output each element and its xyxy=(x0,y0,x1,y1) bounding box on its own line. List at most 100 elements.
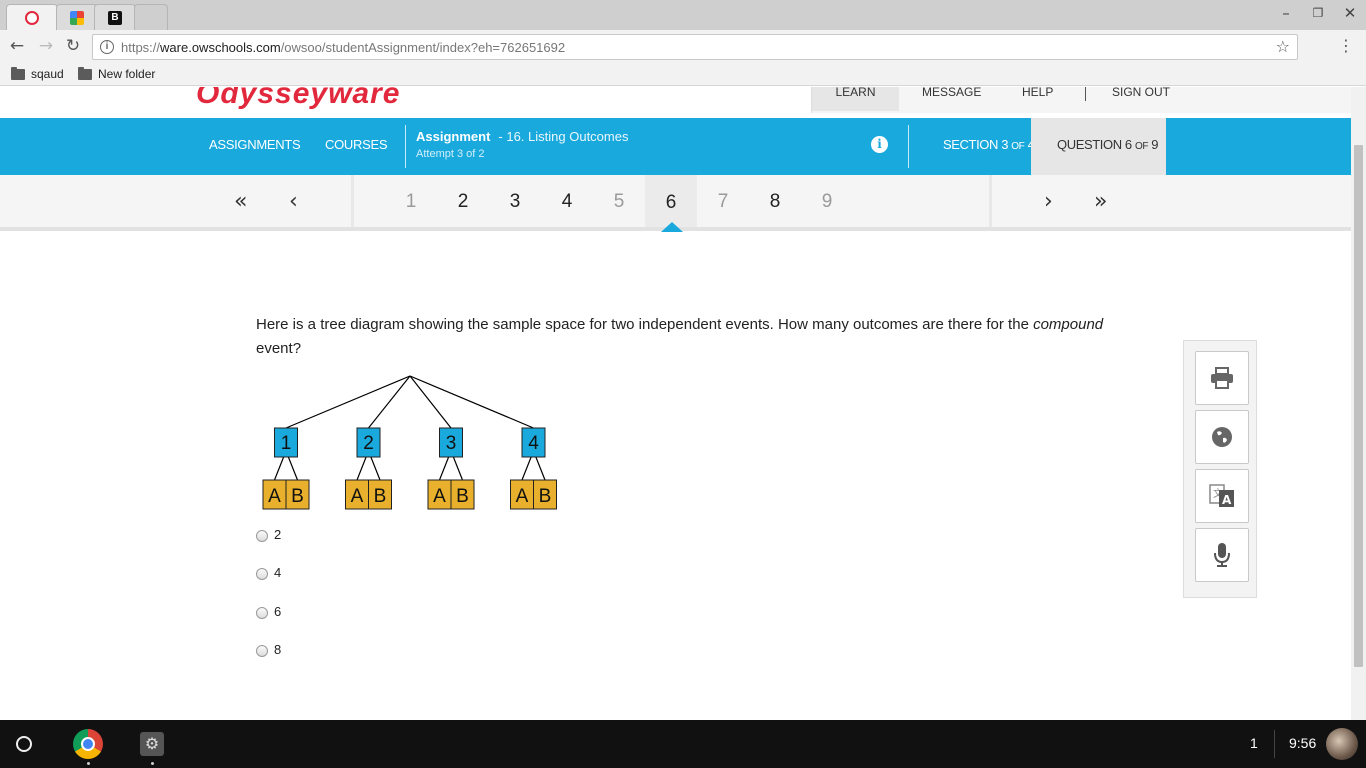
attempt-count: Attempt 3 of 2 xyxy=(416,148,485,160)
tree-leaf-label: B xyxy=(456,486,469,507)
current-page-caret xyxy=(661,222,683,232)
assignments-link[interactable]: ASSIGNMENTS xyxy=(209,137,301,152)
nav-divider xyxy=(1085,87,1086,101)
language-button[interactable] xyxy=(1195,410,1249,464)
page-2[interactable]: 2 xyxy=(437,191,489,213)
next-page-icon[interactable]: › xyxy=(1044,189,1053,214)
last-page-icon[interactable]: » xyxy=(1094,189,1107,214)
page-3[interactable]: 3 xyxy=(489,191,541,213)
scrollbar-thumb[interactable] xyxy=(1354,145,1363,667)
radio-button[interactable] xyxy=(256,568,268,580)
bar-divider xyxy=(405,125,406,168)
radio-button[interactable] xyxy=(256,645,268,657)
nav-message[interactable]: MESSAGE xyxy=(922,87,981,99)
notification-count[interactable]: 1 xyxy=(1250,735,1258,751)
browser-tab-2[interactable] xyxy=(56,4,98,30)
tree-leaf-label: A xyxy=(268,486,281,507)
folder-icon xyxy=(78,66,92,80)
first-page-icon[interactable]: « xyxy=(234,189,247,214)
site-logo[interactable]: Odysseyware xyxy=(196,87,400,111)
tool-panel: 文 A xyxy=(1183,340,1257,598)
bookmark-folder-new-folder[interactable]: New folder xyxy=(78,66,156,81)
question-prompt: Here is a tree diagram showing the sampl… xyxy=(256,316,1104,357)
new-tab-button[interactable] xyxy=(134,4,168,30)
page-6-current[interactable]: 6 xyxy=(645,175,697,227)
restore-icon[interactable]: ❐ xyxy=(1308,6,1328,20)
print-icon xyxy=(1211,367,1233,389)
chrome-app-icon[interactable] xyxy=(73,729,103,759)
page-8[interactable]: 8 xyxy=(749,191,801,213)
tree-nodes: 1A B2A B3A B4A B xyxy=(262,427,557,510)
browser-tab-3[interactable]: B xyxy=(94,4,136,30)
nav-sign-out[interactable]: SIGN OUT xyxy=(1112,87,1170,99)
answer-choice-2[interactable]: 4 xyxy=(256,565,281,580)
question-indicator: QUESTION 6 OF 9 xyxy=(1031,118,1166,175)
tree-branches xyxy=(273,375,546,481)
globe-icon xyxy=(1212,427,1232,447)
back-arrow-icon[interactable]: ← xyxy=(6,36,28,56)
bookmark-label: New folder xyxy=(98,67,156,81)
page-scrollbar[interactable] xyxy=(1351,87,1366,720)
answer-choice-1[interactable]: 2 xyxy=(256,527,281,542)
close-icon[interactable]: ✕ xyxy=(1340,4,1360,22)
system-clock[interactable]: 9:56 xyxy=(1289,735,1316,751)
odysseyware-favicon-icon xyxy=(25,10,39,25)
emphasis-word: compound xyxy=(1033,316,1104,333)
browser-tab-strip: B – ❐ ✕ xyxy=(0,0,1366,30)
site-info-icon[interactable]: i xyxy=(100,40,114,54)
choice-label: 2 xyxy=(274,527,282,542)
courses-link[interactable]: COURSES xyxy=(325,137,388,152)
assignment-label: Assignment xyxy=(416,129,491,144)
page-4[interactable]: 4 xyxy=(541,191,593,213)
tree-branch-root-3 xyxy=(409,375,452,429)
os-shelf: ⚙ 1 9:56 xyxy=(0,720,1366,768)
speech-button[interactable] xyxy=(1195,528,1249,582)
nav-learn[interactable]: LEARN xyxy=(812,87,899,111)
assignment-bar: ASSIGNMENTS COURSES Assignment - 16. List… xyxy=(0,118,1351,175)
radio-button[interactable] xyxy=(256,530,268,542)
print-button[interactable] xyxy=(1195,351,1249,405)
address-bar[interactable]: i https://ware.owschools.com/owsoo/stude… xyxy=(92,34,1298,60)
translate-icon: 文 A xyxy=(1209,484,1234,507)
browser-tab-odysseyware[interactable] xyxy=(6,4,58,30)
bookmarks-bar: sqaud New folder xyxy=(0,64,1366,86)
shelf-divider xyxy=(1274,730,1275,758)
bookmark-folder-sqaud[interactable]: sqaud xyxy=(11,66,64,81)
running-indicator xyxy=(87,762,90,765)
minimize-icon[interactable]: – xyxy=(1276,4,1296,22)
page-9[interactable]: 9 xyxy=(801,191,853,213)
info-icon[interactable]: i xyxy=(871,136,888,153)
tree-node-label: 4 xyxy=(528,433,539,454)
reload-icon[interactable]: ↻ xyxy=(62,36,84,56)
tree-diagram: 1A B2A B3A B4A B xyxy=(262,375,557,510)
page-1[interactable]: 1 xyxy=(385,191,437,213)
tree-leaf-label: B xyxy=(291,486,304,507)
forward-arrow-icon[interactable]: → xyxy=(35,36,57,56)
page-7[interactable]: 7 xyxy=(697,191,749,213)
folder-icon xyxy=(11,66,25,80)
nav-help[interactable]: HELP xyxy=(1022,87,1053,99)
choice-label: 6 xyxy=(274,604,282,619)
previous-page-icon[interactable]: ‹ xyxy=(289,189,298,214)
address-url: https://ware.owschools.com/owsoo/student… xyxy=(121,40,566,55)
microphone-icon xyxy=(1214,543,1230,567)
launcher-icon[interactable] xyxy=(16,736,32,752)
answer-choice-3[interactable]: 6 xyxy=(256,604,281,619)
browser-menu-icon[interactable]: ⋮ xyxy=(1338,36,1354,55)
radio-button[interactable] xyxy=(256,607,268,619)
choice-label: 8 xyxy=(274,642,282,657)
top-navigation: LEARN MESSAGE HELP SIGN OUT xyxy=(811,87,1351,113)
bookmark-star-icon[interactable]: ☆ xyxy=(1276,37,1290,56)
tree-node-label: 1 xyxy=(281,433,292,454)
svg-text:A: A xyxy=(1222,493,1232,507)
assignment-name: - 16. Listing Outcomes xyxy=(498,129,629,144)
page-5[interactable]: 5 xyxy=(593,191,645,213)
translate-button[interactable]: 文 A xyxy=(1195,469,1249,523)
user-avatar[interactable] xyxy=(1326,728,1358,760)
settings-app-icon[interactable]: ⚙ xyxy=(140,732,164,756)
answer-choice-4[interactable]: 8 xyxy=(256,642,281,657)
tree-node-label: 3 xyxy=(446,433,457,454)
b-favicon-icon: B xyxy=(108,10,122,25)
tree-leaf-label: B xyxy=(539,486,552,507)
tree-leaf-label: A xyxy=(516,486,529,507)
